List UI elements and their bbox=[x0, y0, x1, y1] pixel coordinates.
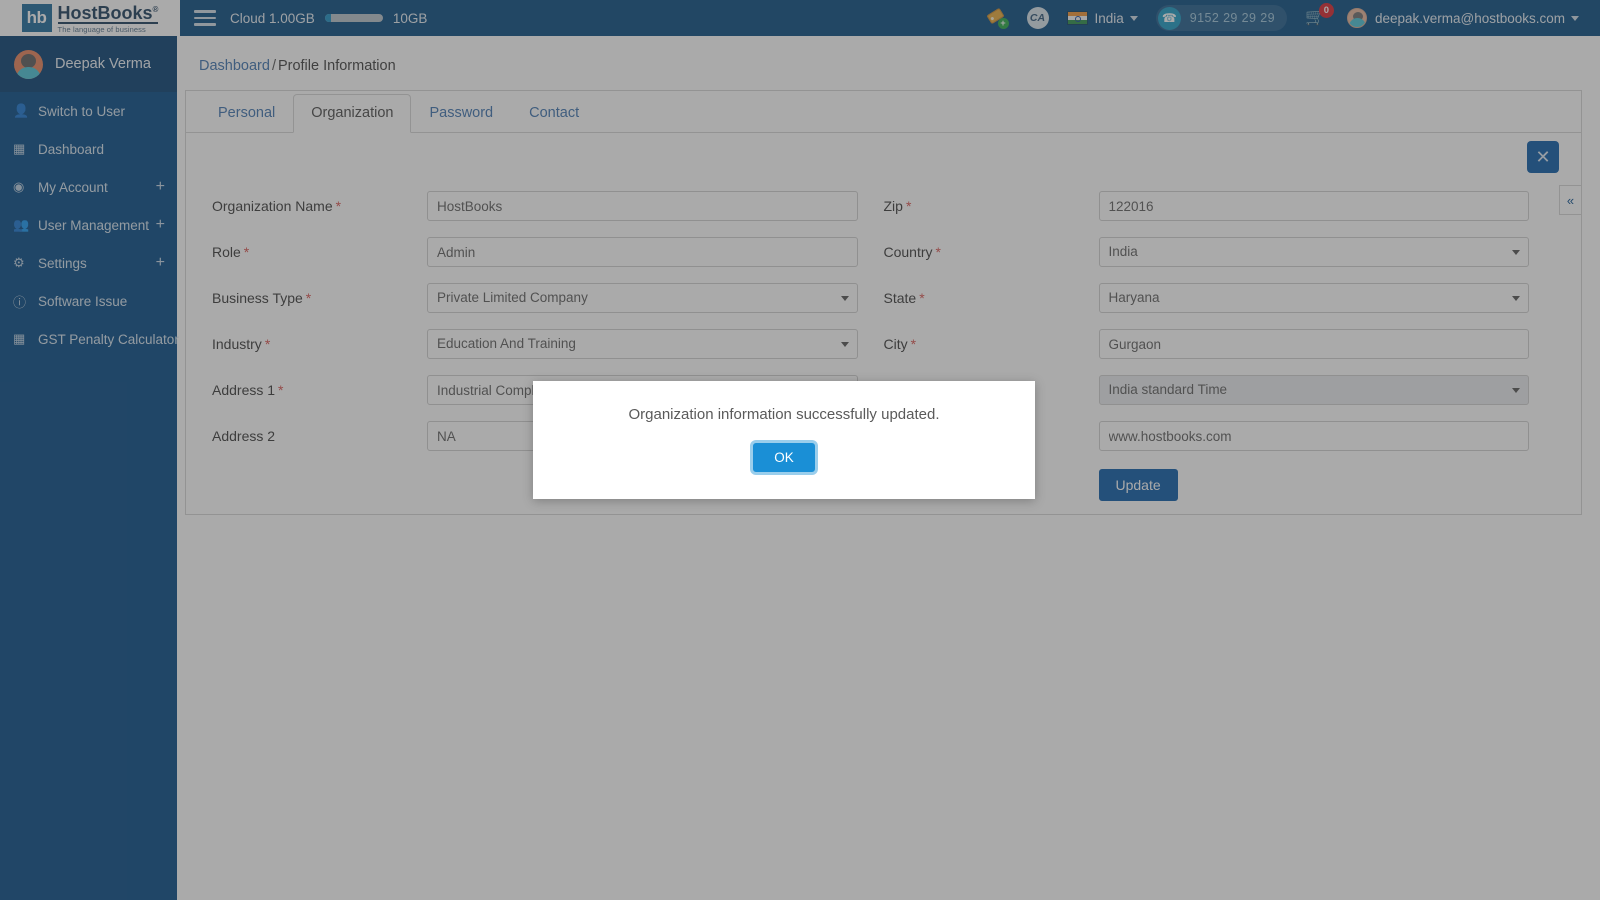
dialog-ok-button[interactable]: OK bbox=[753, 443, 815, 472]
app-root: hb HostBooks® The language of business C… bbox=[0, 0, 1600, 900]
success-dialog: Organization information successfully up… bbox=[533, 381, 1035, 499]
dialog-message: Organization information successfully up… bbox=[628, 406, 940, 423]
